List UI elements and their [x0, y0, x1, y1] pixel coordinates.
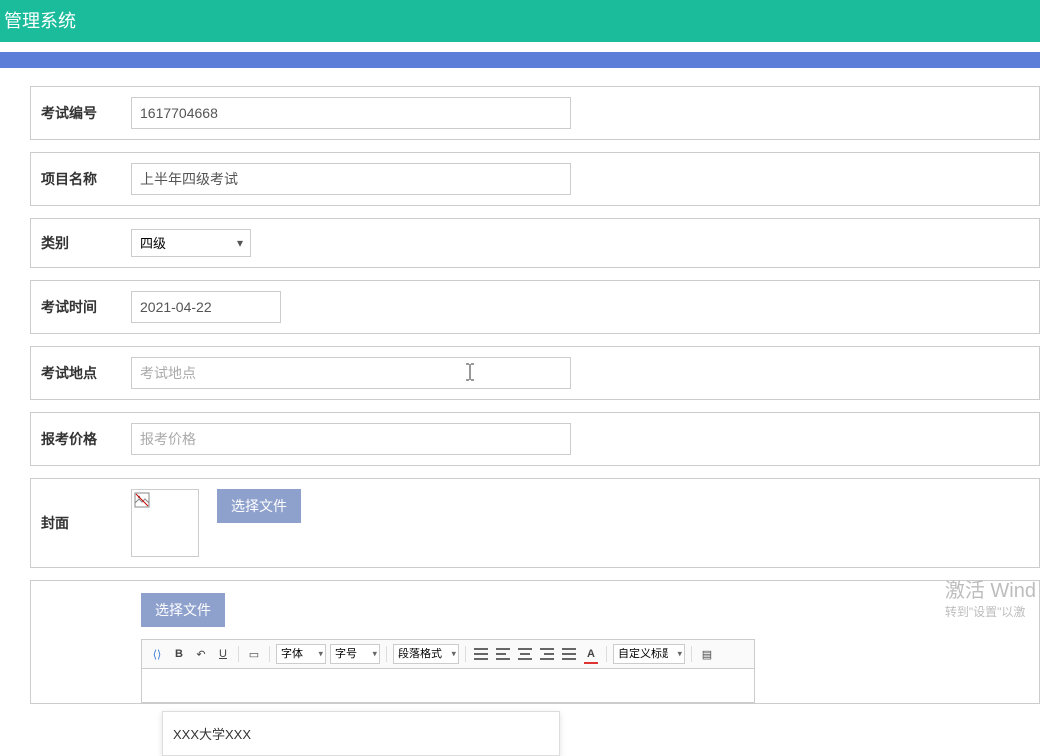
align-justify-icon[interactable] — [472, 645, 490, 663]
choose-file-editor-button[interactable]: 选择文件 — [141, 593, 225, 627]
app-header: 管理系统 — [0, 0, 1040, 42]
align-right-icon[interactable] — [538, 645, 556, 663]
input-exam-time[interactable] — [131, 291, 281, 323]
editor-content[interactable] — [141, 669, 755, 703]
field-price: 报考价格 — [30, 412, 1040, 466]
label-cover: 封面 — [41, 489, 131, 533]
separator — [606, 646, 607, 662]
font-family-select[interactable]: 字体 — [276, 644, 326, 664]
label-exam-location: 考试地点 — [41, 363, 131, 383]
field-exam-location: 考试地点 XXX大学XXX — [30, 346, 1040, 400]
sub-header-bar — [0, 52, 1040, 68]
suggestion-item[interactable]: XXX大学XXX — [163, 712, 559, 755]
paragraph-format-select[interactable]: 段落格式 — [393, 644, 459, 664]
field-cover: 封面 选择文件 — [30, 478, 1040, 568]
clear-format-icon[interactable]: ▭ — [245, 645, 263, 663]
indent-icon[interactable] — [560, 645, 578, 663]
separator — [691, 646, 692, 662]
separator — [238, 646, 239, 662]
field-exam-time: 考试时间 — [30, 280, 1040, 334]
underline-icon[interactable]: U — [214, 645, 232, 663]
input-project-name[interactable] — [131, 163, 571, 195]
field-editor: 选择文件 ⟨⟩ B ↶ U ▭ 字体 字号 段落格式 A 自定义标题 ▤ — [30, 580, 1040, 704]
field-project-name: 项目名称 — [30, 152, 1040, 206]
form-container: 考试编号 项目名称 类别 四级 考试时间 考试地点 XXX大学XXX 报考价格 … — [0, 68, 1040, 704]
separator — [386, 646, 387, 662]
select-category[interactable]: 四级 — [131, 229, 251, 257]
label-project-name: 项目名称 — [41, 169, 131, 189]
align-center-icon[interactable] — [516, 645, 534, 663]
input-exam-id[interactable] — [131, 97, 571, 129]
custom-title-select[interactable]: 自定义标题 — [613, 644, 685, 664]
field-category: 类别 四级 — [30, 218, 1040, 268]
cover-preview — [131, 489, 199, 557]
bold-icon[interactable]: B — [170, 645, 188, 663]
more-icon[interactable]: ▤ — [698, 645, 716, 663]
input-exam-location[interactable] — [131, 357, 571, 389]
label-exam-time: 考试时间 — [41, 297, 131, 317]
undo-icon[interactable]: ↶ — [192, 645, 210, 663]
separator — [465, 646, 466, 662]
editor-toolbar: ⟨⟩ B ↶ U ▭ 字体 字号 段落格式 A 自定义标题 ▤ — [141, 639, 755, 669]
broken-image-icon — [134, 492, 150, 511]
choose-file-cover-button[interactable]: 选择文件 — [217, 489, 301, 523]
html-source-icon[interactable]: ⟨⟩ — [148, 645, 166, 663]
label-price: 报考价格 — [41, 429, 131, 449]
font-size-select[interactable]: 字号 — [330, 644, 380, 664]
label-exam-id: 考试编号 — [41, 103, 131, 123]
input-price[interactable] — [131, 423, 571, 455]
label-category: 类别 — [41, 233, 131, 253]
separator — [269, 646, 270, 662]
location-suggestions: XXX大学XXX — [162, 711, 560, 756]
field-exam-id: 考试编号 — [30, 86, 1040, 140]
align-left-icon[interactable] — [494, 645, 512, 663]
font-color-icon[interactable]: A — [582, 645, 600, 663]
app-title: 管理系统 — [4, 11, 76, 31]
